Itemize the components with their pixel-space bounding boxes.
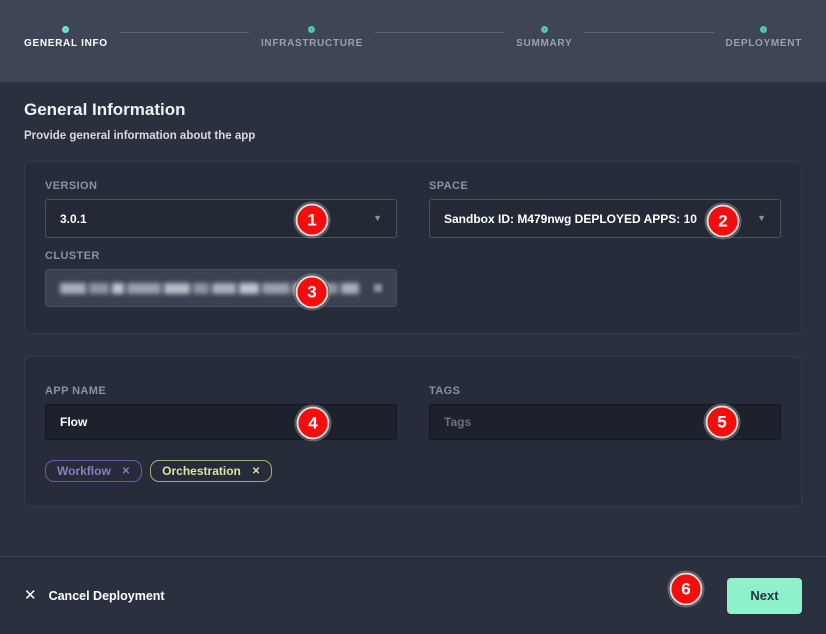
step-label: INFRASTRUCTURE <box>261 38 363 49</box>
chevron-down-icon: ▼ <box>757 214 766 223</box>
wizard-footer: ✕ Cancel Deployment Next <box>0 556 826 634</box>
tag-chip-list: Workflow ✕ Orchestration ✕ <box>45 460 781 482</box>
close-icon: ✕ <box>24 588 37 603</box>
step-dot-icon <box>308 26 315 33</box>
chevron-down-icon: ▼ <box>373 214 382 223</box>
version-select[interactable]: 3.0.1 ▼ <box>45 199 397 238</box>
tag-chip-orchestration: Orchestration ✕ <box>150 460 272 482</box>
step-summary[interactable]: SUMMARY <box>516 0 572 49</box>
remove-tag-icon[interactable]: ✕ <box>122 466 130 477</box>
footer-actions: Next <box>727 578 802 614</box>
cancel-deployment-label: Cancel Deployment <box>49 589 165 603</box>
tag-chip-workflow: Workflow ✕ <box>45 460 142 482</box>
annotation-marker-6: 6 <box>670 573 703 606</box>
step-label: SUMMARY <box>516 38 572 49</box>
step-connector-line <box>584 32 713 33</box>
app-name-label: APP NAME <box>45 385 397 397</box>
step-dot-icon <box>760 26 767 33</box>
cluster-field[interactable] <box>45 269 397 307</box>
next-button[interactable]: Next <box>727 578 802 614</box>
app-name-input[interactable]: Flow <box>45 404 397 440</box>
page-title: General Information <box>24 100 802 120</box>
tag-chip-label: Workflow <box>57 464 111 478</box>
annotation-marker-4: 4 <box>297 407 330 440</box>
app-name-value: Flow <box>60 415 87 429</box>
tag-chip-label: Orchestration <box>162 464 241 478</box>
version-value: 3.0.1 <box>60 212 87 226</box>
step-general-info[interactable]: GENERAL INFO <box>24 0 108 49</box>
tags-placeholder: Tags <box>444 415 471 429</box>
general-info-panel: VERSION 3.0.1 ▼ CLUSTER SPACE <box>24 161 802 334</box>
space-field-group: SPACE Sandbox ID: M479nwg DEPLOYED APPS:… <box>429 180 781 307</box>
step-connector-line <box>375 32 504 33</box>
naming-panel: APP NAME Flow TAGS Tags Workflow ✕ Orche… <box>24 356 802 507</box>
redacted-caret-icon <box>374 284 382 292</box>
step-connector-line <box>120 32 249 33</box>
deployment-wizard: GENERAL INFO INFRASTRUCTURE SUMMARY DEPL… <box>0 0 826 634</box>
step-infrastructure[interactable]: INFRASTRUCTURE <box>261 0 363 49</box>
step-label: GENERAL INFO <box>24 38 108 49</box>
step-dot-icon <box>62 26 69 33</box>
step-dot-icon <box>541 26 548 33</box>
step-label: DEPLOYMENT <box>726 38 802 49</box>
space-value: Sandbox ID: M479nwg DEPLOYED APPS: 10 <box>444 212 697 226</box>
remove-tag-icon[interactable]: ✕ <box>252 466 260 477</box>
app-name-field-group: APP NAME Flow <box>45 385 397 440</box>
annotation-marker-2: 2 <box>707 205 740 238</box>
page-subtitle: Provide general information about the ap… <box>24 130 802 142</box>
annotation-marker-1: 1 <box>296 204 329 237</box>
version-label: VERSION <box>45 180 397 192</box>
tags-label: TAGS <box>429 385 781 397</box>
annotation-marker-5: 5 <box>706 406 739 439</box>
cancel-deployment-button[interactable]: ✕ Cancel Deployment <box>24 588 165 603</box>
cluster-field-group: CLUSTER <box>45 250 397 307</box>
cluster-label: CLUSTER <box>45 250 397 262</box>
annotation-marker-3: 3 <box>296 276 329 309</box>
wizard-stepper: GENERAL INFO INFRASTRUCTURE SUMMARY DEPL… <box>0 0 826 82</box>
space-label: SPACE <box>429 180 781 192</box>
version-field-group: VERSION 3.0.1 ▼ CLUSTER <box>45 180 397 307</box>
step-deployment[interactable]: DEPLOYMENT <box>726 0 802 49</box>
